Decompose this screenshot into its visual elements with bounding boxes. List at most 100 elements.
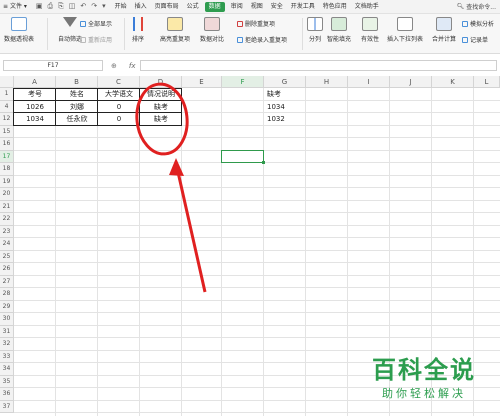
formula-input[interactable] <box>140 60 497 71</box>
row-header-17[interactable]: 17 <box>0 150 14 163</box>
cell-g4[interactable]: 1034 <box>264 101 306 114</box>
tab-view[interactable]: 视图 <box>247 0 267 14</box>
row-header-32[interactable]: 32 <box>0 338 14 351</box>
row-header-22[interactable]: 22 <box>0 213 14 226</box>
tab-page-layout[interactable]: 页面布局 <box>151 0 183 14</box>
row-header-37[interactable]: 37 <box>0 400 14 413</box>
command-search[interactable]: 🔍︎ 查找命令... <box>457 2 500 11</box>
baike-watermark: 百科全说 助你轻松解决 <box>372 355 498 411</box>
fx-icon[interactable]: fx <box>129 62 136 70</box>
tab-developer[interactable]: 开发工具 <box>287 0 319 14</box>
text-to-columns-button[interactable]: 分列 <box>307 17 323 43</box>
fill-handle[interactable] <box>262 161 265 164</box>
select-all-corner[interactable] <box>0 76 14 88</box>
row-header-16[interactable]: 16 <box>0 138 14 151</box>
column-header-g[interactable]: G <box>264 76 306 88</box>
row-header-15[interactable]: 15 <box>0 125 14 138</box>
cell-a1[interactable]: 考号 <box>14 88 56 101</box>
save-icon[interactable]: ▣ <box>36 2 43 11</box>
file-menu[interactable]: ≡ 文件 ▾ <box>0 0 31 14</box>
cell-d1[interactable]: 情况说明 <box>140 88 182 101</box>
row-header-12[interactable]: 12 <box>0 113 14 126</box>
print-icon[interactable]: ⎘ <box>58 2 64 11</box>
tab-security[interactable]: 安全 <box>267 0 287 14</box>
column-header-l[interactable]: L <box>474 76 500 88</box>
show-all-button[interactable]: 全部显示 <box>80 19 112 28</box>
reject-duplicates-button[interactable]: 拒绝录入重复项 <box>237 35 287 44</box>
row-header-1[interactable]: 1 <box>0 88 14 101</box>
column-header-e[interactable]: E <box>182 76 222 88</box>
tab-special-apps[interactable]: 特色应用 <box>319 0 351 14</box>
sort-button[interactable]: 排序 <box>132 17 144 43</box>
consolidate-button[interactable]: 合并计算 <box>432 17 456 43</box>
column-header-f[interactable]: F <box>222 76 264 88</box>
cell-g1[interactable]: 缺考 <box>264 88 306 101</box>
column-header-j[interactable]: J <box>390 76 432 88</box>
row-header-24[interactable]: 24 <box>0 238 14 251</box>
row-header-29[interactable]: 29 <box>0 300 14 313</box>
column-header-k[interactable]: K <box>432 76 474 88</box>
cell-c12[interactable]: 0 <box>98 113 140 126</box>
cell-b4[interactable]: 刘娜 <box>56 101 98 114</box>
data-form-button[interactable]: 记录单 <box>462 35 488 44</box>
what-if-analysis-button[interactable]: 模拟分析 <box>462 19 494 28</box>
undo-icon[interactable]: ↶ <box>80 2 86 11</box>
row-header-19[interactable]: 19 <box>0 175 14 188</box>
pivot-table-button[interactable]: 数据透视表 <box>4 17 34 43</box>
selected-cell[interactable] <box>221 149 265 164</box>
cell-a4[interactable]: 1026 <box>14 101 56 114</box>
more-icon[interactable]: ▾ <box>102 2 106 11</box>
row-header-25[interactable]: 25 <box>0 250 14 263</box>
cell-d4[interactable]: 缺考 <box>140 101 182 114</box>
highlight-duplicates-icon <box>167 17 183 31</box>
smart-fill-button[interactable]: 智能填充 <box>327 17 351 43</box>
gridline <box>14 274 500 276</box>
reapply-button[interactable]: 重新应用 <box>80 35 112 44</box>
row-header-18[interactable]: 18 <box>0 163 14 176</box>
preview-icon[interactable]: ◫ <box>69 2 76 11</box>
tab-insert[interactable]: 插入 <box>131 0 151 14</box>
tab-doc-assistant[interactable]: 文档助手 <box>351 0 383 14</box>
row-header-28[interactable]: 28 <box>0 288 14 301</box>
row-header-20[interactable]: 20 <box>0 188 14 201</box>
column-header-d[interactable]: D <box>140 76 182 88</box>
cell-b12[interactable]: 任永欣 <box>56 113 98 126</box>
column-header-i[interactable]: I <box>348 76 390 88</box>
column-header-c[interactable]: C <box>98 76 140 88</box>
row-header-30[interactable]: 30 <box>0 313 14 326</box>
tab-data[interactable]: 数据 <box>204 1 225 12</box>
cell-g12[interactable]: 1032 <box>264 113 306 126</box>
row-header-23[interactable]: 23 <box>0 225 14 238</box>
zoom-icon[interactable]: ⊕ <box>111 62 117 70</box>
column-header-h[interactable]: H <box>306 76 348 88</box>
insert-dropdown-button[interactable]: 插入下拉列表 <box>387 17 423 43</box>
row-header-21[interactable]: 21 <box>0 200 14 213</box>
name-box[interactable]: F17 <box>3 60 103 71</box>
row-header-34[interactable]: 34 <box>0 363 14 376</box>
highlight-duplicates-button[interactable]: 高亮重复项 <box>160 17 190 43</box>
tab-formulas[interactable]: 公式 <box>183 0 203 14</box>
tab-review[interactable]: 审阅 <box>227 0 247 14</box>
column-header-b[interactable]: B <box>56 76 98 88</box>
column-header-a[interactable]: A <box>14 76 56 88</box>
row-header-31[interactable]: 31 <box>0 325 14 338</box>
autofilter-button[interactable]: 自动筛选 <box>58 17 82 43</box>
row-header-36[interactable]: 36 <box>0 388 14 401</box>
cell-d12[interactable]: 缺考 <box>140 113 182 126</box>
row-header-33[interactable]: 33 <box>0 350 14 363</box>
row-header-4[interactable]: 4 <box>0 100 14 113</box>
data-compare-button[interactable]: 数据对比 <box>200 17 224 43</box>
redo-icon[interactable]: ↷ <box>91 2 97 11</box>
cell-c1[interactable]: 大学语文 <box>98 88 140 101</box>
cell-c4[interactable]: 0 <box>98 101 140 114</box>
row-header-27[interactable]: 27 <box>0 275 14 288</box>
cell-a12[interactable]: 1034 <box>14 113 56 126</box>
gridline <box>14 137 500 138</box>
validity-button[interactable]: 有效性 <box>361 17 379 43</box>
export-icon[interactable]: ⎙ <box>48 2 54 11</box>
cell-b1[interactable]: 姓名 <box>56 88 98 101</box>
row-header-26[interactable]: 26 <box>0 263 14 276</box>
remove-duplicates-button[interactable]: 删除重复项 <box>237 19 275 28</box>
row-header-35[interactable]: 35 <box>0 375 14 388</box>
tab-home[interactable]: 开始 <box>111 0 131 14</box>
